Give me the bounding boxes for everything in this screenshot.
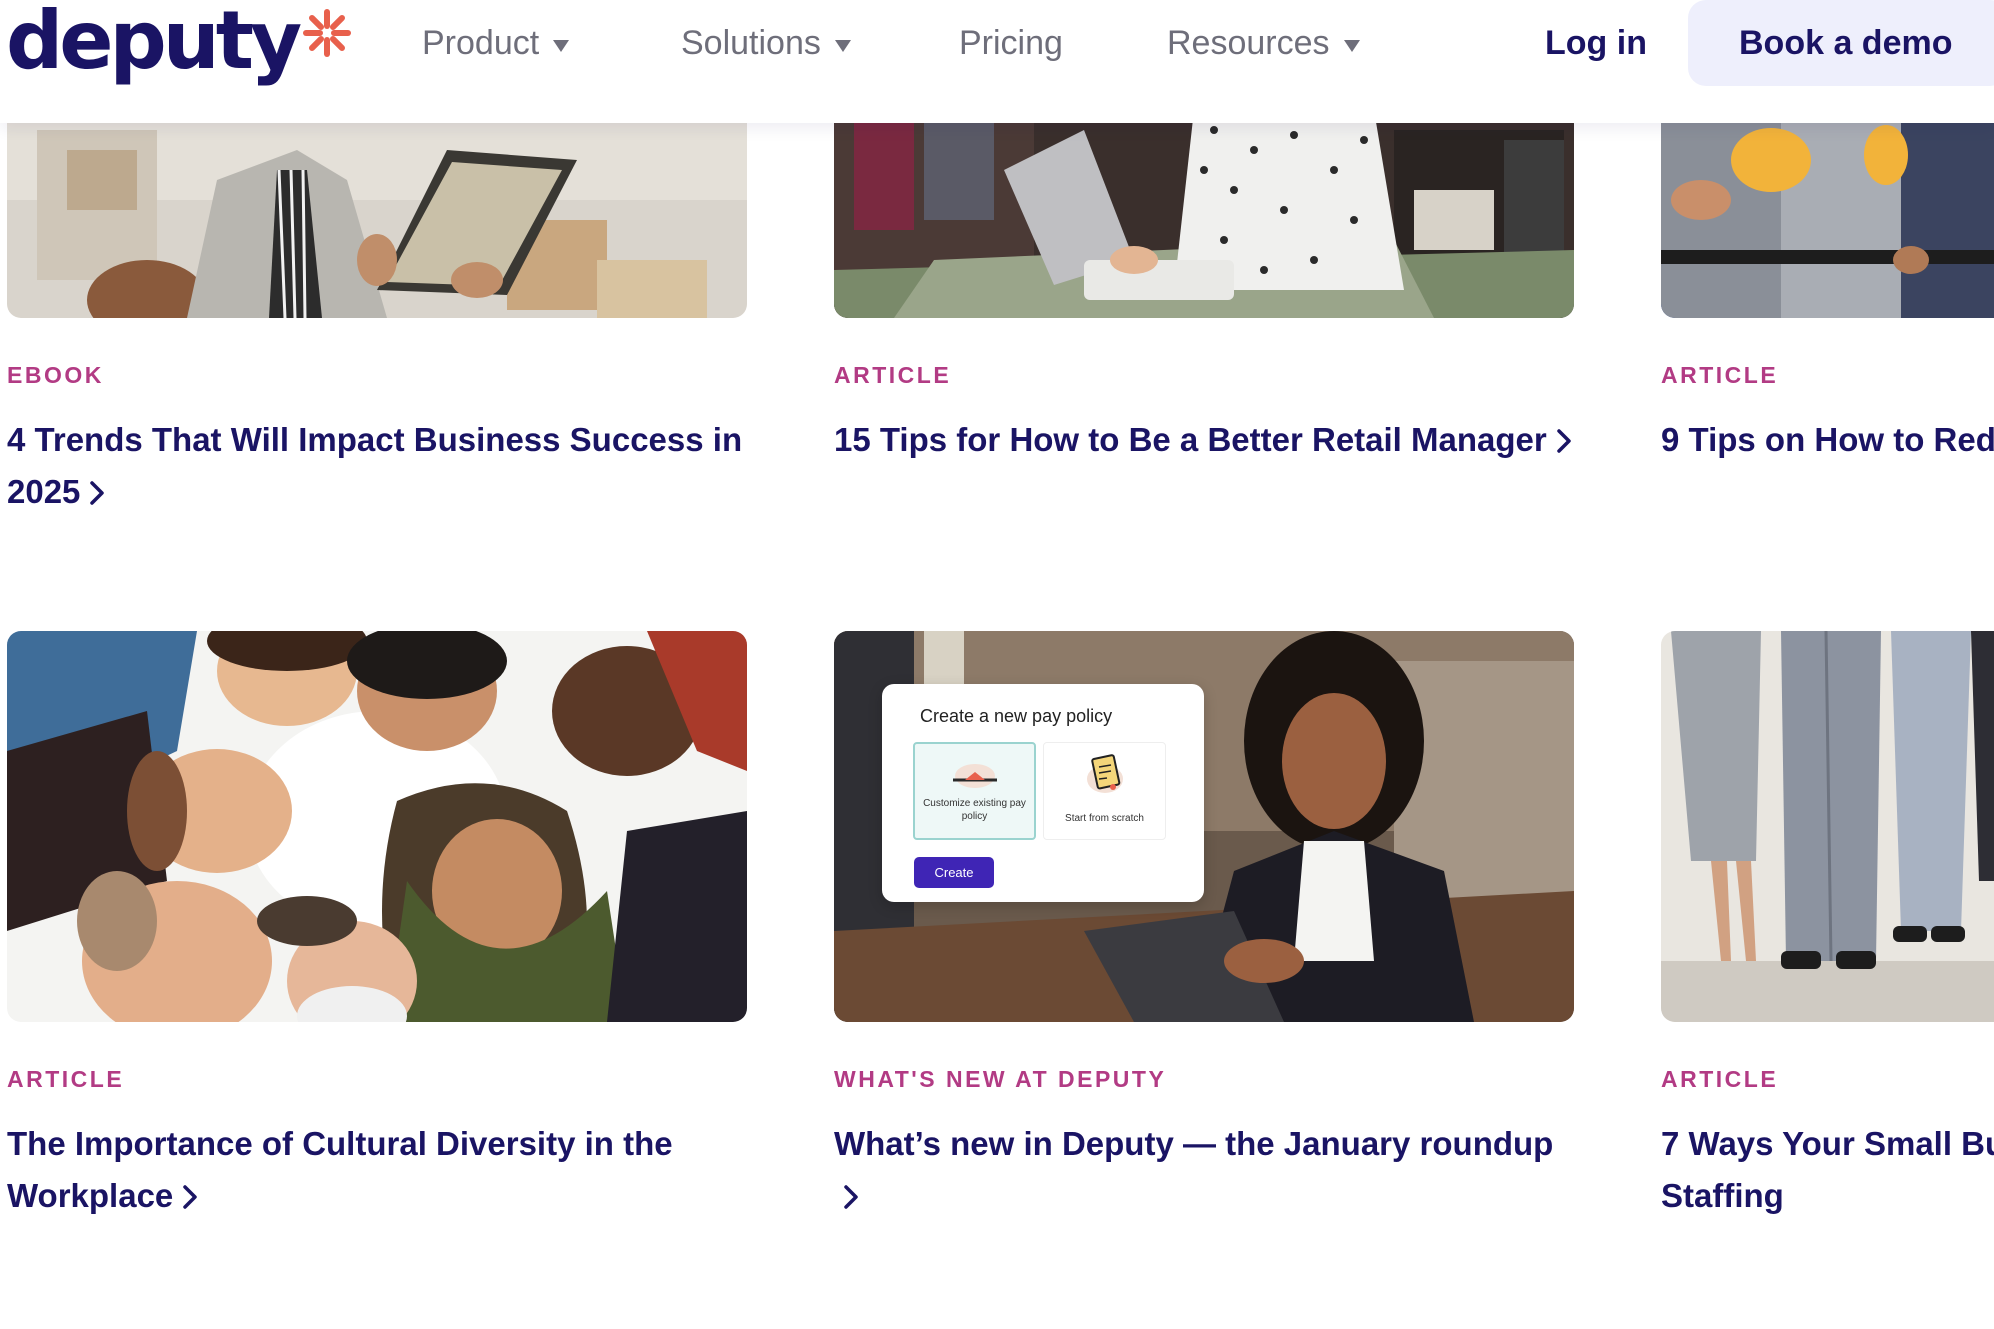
nav-product[interactable]: Product — [422, 20, 570, 66]
card-title-text: 15 Tips for How to Be a Better Retail Ma… — [834, 421, 1547, 458]
caret-down-icon — [1343, 40, 1360, 52]
book-demo-button[interactable]: Book a demo — [1688, 0, 1994, 86]
book-icon — [952, 764, 997, 788]
option-customize-label: Customize existing pay policy — [923, 798, 1026, 822]
nav-pricing[interactable]: Pricing — [959, 20, 1063, 66]
chevron-right-icon — [90, 481, 105, 505]
nav-solutions-label: Solutions — [681, 23, 821, 62]
diverse-group-circle-photo — [7, 631, 747, 1022]
nav-resources[interactable]: Resources — [1167, 20, 1360, 66]
login-link[interactable]: Log in — [1545, 20, 1647, 66]
option-customize: Customize existing pay policy — [913, 742, 1036, 840]
card-tag: WHAT'S NEW AT DEPUTY — [834, 1066, 1167, 1092]
chevron-right-icon — [844, 1185, 858, 1209]
retail-manager-photo — [834, 110, 1574, 318]
card-image-woman-tablet[interactable] — [7, 110, 747, 318]
site-header: deputy Product Solutions Pricing Resourc… — [0, 0, 1994, 123]
caret-down-icon — [553, 40, 570, 52]
card-image-staff-legs[interactable] — [1661, 631, 1994, 1022]
card-tag: ARTICLE — [7, 1066, 125, 1092]
nav-resources-label: Resources — [1167, 23, 1330, 62]
chevron-right-icon — [183, 1185, 198, 1209]
card-tag: ARTICLE — [1661, 1066, 1779, 1092]
logo-burst-icon — [303, 9, 352, 57]
nav-product-label: Product — [422, 23, 540, 62]
resource-card[interactable]: ARTICLE 7 Ways Your Small Bu Temporary S… — [1661, 0, 1994, 1260]
card-image-retail-manager[interactable] — [834, 110, 1574, 318]
create-button: Create — [914, 857, 994, 888]
chevron-right-icon — [1556, 429, 1571, 453]
card-title-link[interactable]: What’s new in Deputy — the January round… — [834, 1118, 1574, 1222]
staff-standing-photo — [1661, 631, 1994, 1022]
document-icon — [1086, 754, 1123, 793]
caret-down-icon — [834, 40, 851, 52]
pay-policy-title: Create a new pay policy — [920, 706, 1113, 726]
option-scratch-label: Start from scratch — [1065, 813, 1144, 824]
deputy-logo[interactable]: deputy — [6, 0, 352, 90]
card-title-link[interactable]: The Importance of Cultural Diversity in … — [7, 1118, 747, 1222]
pay-policy-dialog: Create a new pay policy Customize existi… — [882, 684, 1204, 902]
card-title-text: 7 Ways Your Small Bu Temporary Staffing — [1661, 1125, 1994, 1214]
card-image-diversity[interactable] — [7, 631, 747, 1022]
card-title-link[interactable]: 4 Trends That Will Impact Business Succe… — [7, 414, 747, 518]
logo-wordmark: deputy — [6, 0, 302, 87]
card-title-link[interactable]: 7 Ways Your Small Bu Temporary Staffing — [1661, 1118, 1994, 1222]
option-scratch: Start from scratch — [1043, 742, 1166, 840]
card-title-text: 4 Trends That Will Impact Business Succe… — [7, 421, 743, 510]
card-tag: EBOOK — [7, 362, 104, 388]
card-title-text: The Importance of Cultural Diversity in … — [7, 1125, 673, 1214]
card-title-link[interactable]: 15 Tips for How to Be a Better Retail Ma… — [834, 414, 1634, 466]
nav-pricing-label: Pricing — [959, 23, 1063, 62]
card-tag: ARTICLE — [834, 362, 952, 388]
card-image-pay-policy[interactable]: Create a new pay policy Customize existi… — [834, 631, 1574, 1022]
nav-solutions[interactable]: Solutions — [681, 20, 851, 66]
woman-tablet-photo — [7, 110, 747, 318]
card-title-text: What’s new in Deputy — the January round… — [834, 1125, 1554, 1162]
